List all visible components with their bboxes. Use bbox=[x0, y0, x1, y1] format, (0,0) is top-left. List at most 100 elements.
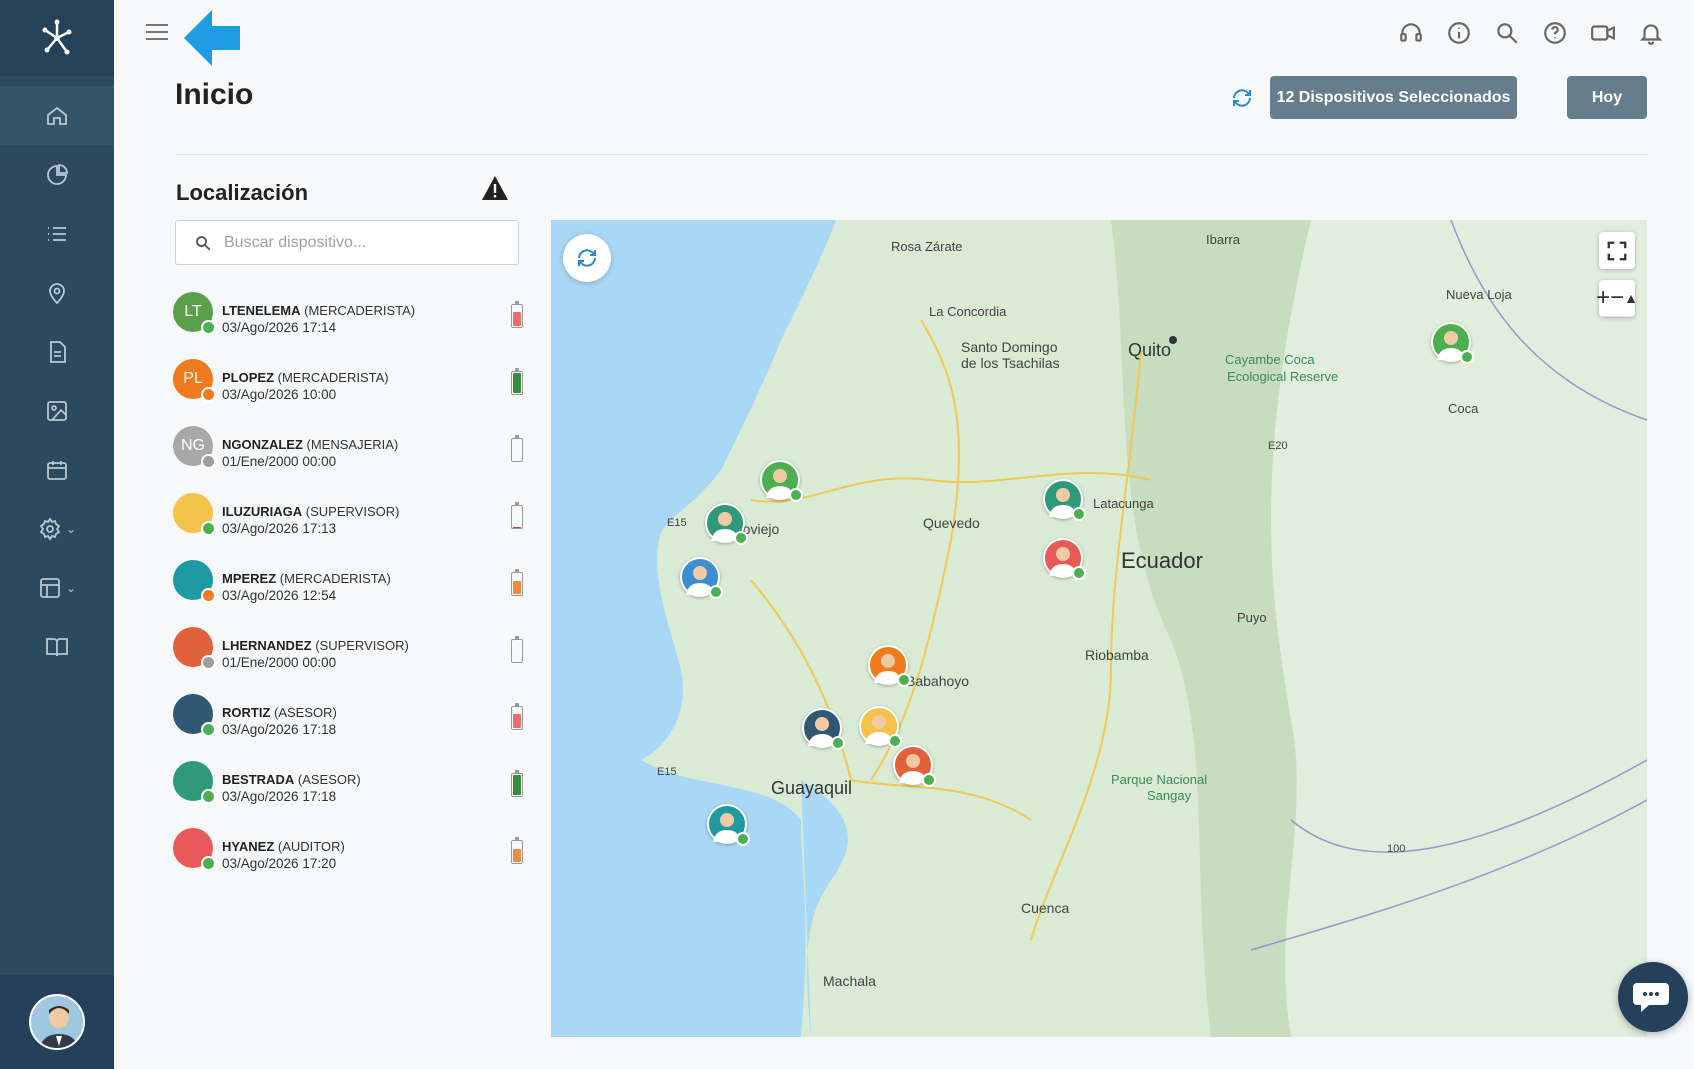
map-marker[interactable] bbox=[1043, 538, 1086, 580]
info-icon[interactable] bbox=[1446, 20, 1472, 46]
help-icon[interactable] bbox=[1542, 20, 1568, 46]
status-dot bbox=[922, 773, 936, 787]
device-info: HYANEZ (AUDITOR) 03/Ago/2026 17:20 bbox=[222, 838, 345, 872]
warning-icon[interactable] bbox=[480, 174, 510, 202]
selected-devices-button[interactable]: 12 Dispositivos Seleccionados bbox=[1270, 76, 1517, 119]
device-timestamp: 01/Ene/2000 00:00 bbox=[222, 454, 337, 469]
map-controls: + − ▲ bbox=[1596, 232, 1638, 317]
device-list-item[interactable]: MPEREZ (MERCADERISTA) 03/Ago/2026 12:54 bbox=[173, 560, 523, 627]
chevron-down-icon: ⌄ bbox=[65, 580, 77, 595]
notification-bell-icon[interactable] bbox=[1638, 20, 1664, 46]
device-list-item[interactable]: BESTRADA (ASESOR) 03/Ago/2026 17:18 bbox=[173, 761, 523, 828]
compass-button[interactable]: ▲ bbox=[1624, 280, 1638, 317]
battery-icon bbox=[511, 368, 523, 395]
device-info: LTENELEMA (MERCADERISTA) 03/Ago/2026 17:1… bbox=[222, 302, 415, 336]
device-role: (ASESOR) bbox=[297, 772, 361, 787]
device-role: (MERCADERISTA) bbox=[279, 571, 391, 586]
device-list-item[interactable]: LT LTENELEMA (MERCADERISTA) 03/Ago/2026 17… bbox=[173, 292, 523, 359]
status-dot bbox=[201, 521, 216, 536]
layout-icon bbox=[40, 577, 60, 598]
svg-text:La Concordia: La Concordia bbox=[929, 304, 1007, 319]
search-input[interactable] bbox=[224, 233, 504, 252]
sidebar-item-settings[interactable]: ⌄ bbox=[0, 499, 114, 558]
device-list-item[interactable]: ILUZURIAGA (SUPERVISOR) 03/Ago/2026 17:13 bbox=[173, 493, 523, 560]
zoom-out-button[interactable]: − bbox=[1610, 280, 1625, 317]
map-marker[interactable] bbox=[893, 745, 936, 787]
sidebar-item-manual[interactable] bbox=[0, 617, 114, 676]
device-info: MPEREZ (MERCADERISTA) 03/Ago/2026 12:54 bbox=[222, 570, 391, 604]
svg-text:Guayaquil: Guayaquil bbox=[771, 778, 852, 798]
zoom-in-button[interactable]: + bbox=[1596, 280, 1611, 317]
device-name: MPEREZ bbox=[222, 571, 277, 586]
device-role: (ASESOR) bbox=[274, 705, 337, 720]
status-dot bbox=[1072, 507, 1086, 521]
sidebar-item-home[interactable] bbox=[0, 86, 114, 145]
menu-toggle-button[interactable] bbox=[146, 24, 168, 42]
chat-icon bbox=[1633, 983, 1669, 1012]
device-info: ILUZURIAGA (SUPERVISOR) 03/Ago/2026 17:13 bbox=[222, 503, 399, 537]
sidebar-item-layout[interactable]: ⌄ bbox=[0, 558, 114, 617]
svg-text:Latacunga: Latacunga bbox=[1093, 496, 1154, 511]
pie-chart-icon bbox=[47, 163, 68, 185]
app-logo[interactable] bbox=[0, 0, 114, 76]
map-marker[interactable] bbox=[680, 557, 723, 599]
sidebar-item-images[interactable] bbox=[0, 381, 114, 440]
support-headset-icon[interactable] bbox=[1398, 20, 1424, 46]
svg-text:Puyo: Puyo bbox=[1237, 610, 1267, 625]
sidebar-item-location[interactable] bbox=[0, 263, 114, 322]
back-arrow-icon[interactable] bbox=[182, 8, 242, 68]
document-icon bbox=[50, 340, 66, 363]
device-name: PLOPEZ bbox=[222, 370, 275, 385]
device-list-item[interactable]: LHERNANDEZ (SUPERVISOR) 01/Ene/2000 00:00 bbox=[173, 627, 523, 694]
device-name: BESTRADA bbox=[222, 772, 295, 787]
svg-text:Coca: Coca bbox=[1448, 401, 1479, 416]
avatar[interactable] bbox=[29, 994, 85, 1050]
sidebar-item-calendar[interactable] bbox=[0, 440, 114, 499]
chevron-down-icon: ⌄ bbox=[65, 521, 77, 536]
map-marker[interactable] bbox=[802, 708, 845, 750]
sidebar-item-list[interactable] bbox=[0, 204, 114, 263]
top-toolbar bbox=[1398, 20, 1664, 46]
battery-icon bbox=[511, 435, 523, 462]
device-list-item[interactable]: PL PLOPEZ (MERCADERISTA) 03/Ago/2026 10:00 bbox=[173, 359, 523, 426]
user-avatar-icon bbox=[39, 1006, 79, 1048]
device-name: LTENELEMA bbox=[222, 303, 301, 318]
map-refresh-button[interactable] bbox=[563, 234, 611, 282]
device-name: HYANEZ bbox=[222, 839, 275, 854]
status-dot bbox=[201, 320, 216, 335]
map-marker[interactable] bbox=[1431, 322, 1474, 364]
map-marker[interactable] bbox=[707, 804, 750, 846]
avatar bbox=[173, 627, 216, 670]
divider bbox=[175, 154, 1647, 155]
today-button[interactable]: Hoy bbox=[1567, 76, 1647, 119]
device-role: (SUPERVISOR) bbox=[315, 638, 409, 653]
sidebar-item-reports[interactable] bbox=[0, 145, 114, 204]
status-dot bbox=[709, 585, 723, 599]
device-name: RORTIZ bbox=[222, 705, 271, 720]
device-info: PLOPEZ (MERCADERISTA) 03/Ago/2026 10:00 bbox=[222, 369, 389, 403]
device-timestamp: 01/Ene/2000 00:00 bbox=[222, 655, 337, 670]
video-camera-icon[interactable] bbox=[1590, 20, 1616, 46]
sidebar-item-documents[interactable] bbox=[0, 322, 114, 381]
device-list-item[interactable]: RORTIZ (ASESOR) 03/Ago/2026 17:18 bbox=[173, 694, 523, 761]
map-marker[interactable] bbox=[760, 460, 803, 502]
device-role: (MERCADERISTA) bbox=[277, 370, 389, 385]
search-icon[interactable] bbox=[1494, 20, 1520, 46]
device-list-item[interactable]: HYANEZ (AUDITOR) 03/Ago/2026 17:20 bbox=[173, 828, 523, 895]
battery-icon bbox=[511, 502, 523, 529]
map-marker[interactable] bbox=[705, 503, 748, 545]
device-role: (MENSAJERIA) bbox=[306, 437, 399, 452]
refresh-icon[interactable] bbox=[1230, 86, 1254, 110]
map-marker[interactable] bbox=[1043, 479, 1086, 521]
map-view[interactable]: Rosa Zárate Ibarra La Concordia Nueva Lo… bbox=[551, 220, 1647, 1037]
device-list-item[interactable]: NG NGONZALEZ (MENSAJERIA) 01/Ene/2000 00:0… bbox=[173, 426, 523, 493]
user-profile[interactable] bbox=[0, 975, 114, 1069]
device-role: (MERCADERISTA) bbox=[304, 303, 416, 318]
fullscreen-button[interactable] bbox=[1599, 232, 1635, 269]
map-marker[interactable] bbox=[859, 706, 902, 748]
chat-button[interactable] bbox=[1618, 962, 1688, 1032]
device-search[interactable] bbox=[175, 220, 519, 265]
svg-text:100: 100 bbox=[1387, 843, 1405, 855]
status-dot bbox=[789, 488, 803, 502]
map-marker[interactable] bbox=[868, 645, 911, 687]
